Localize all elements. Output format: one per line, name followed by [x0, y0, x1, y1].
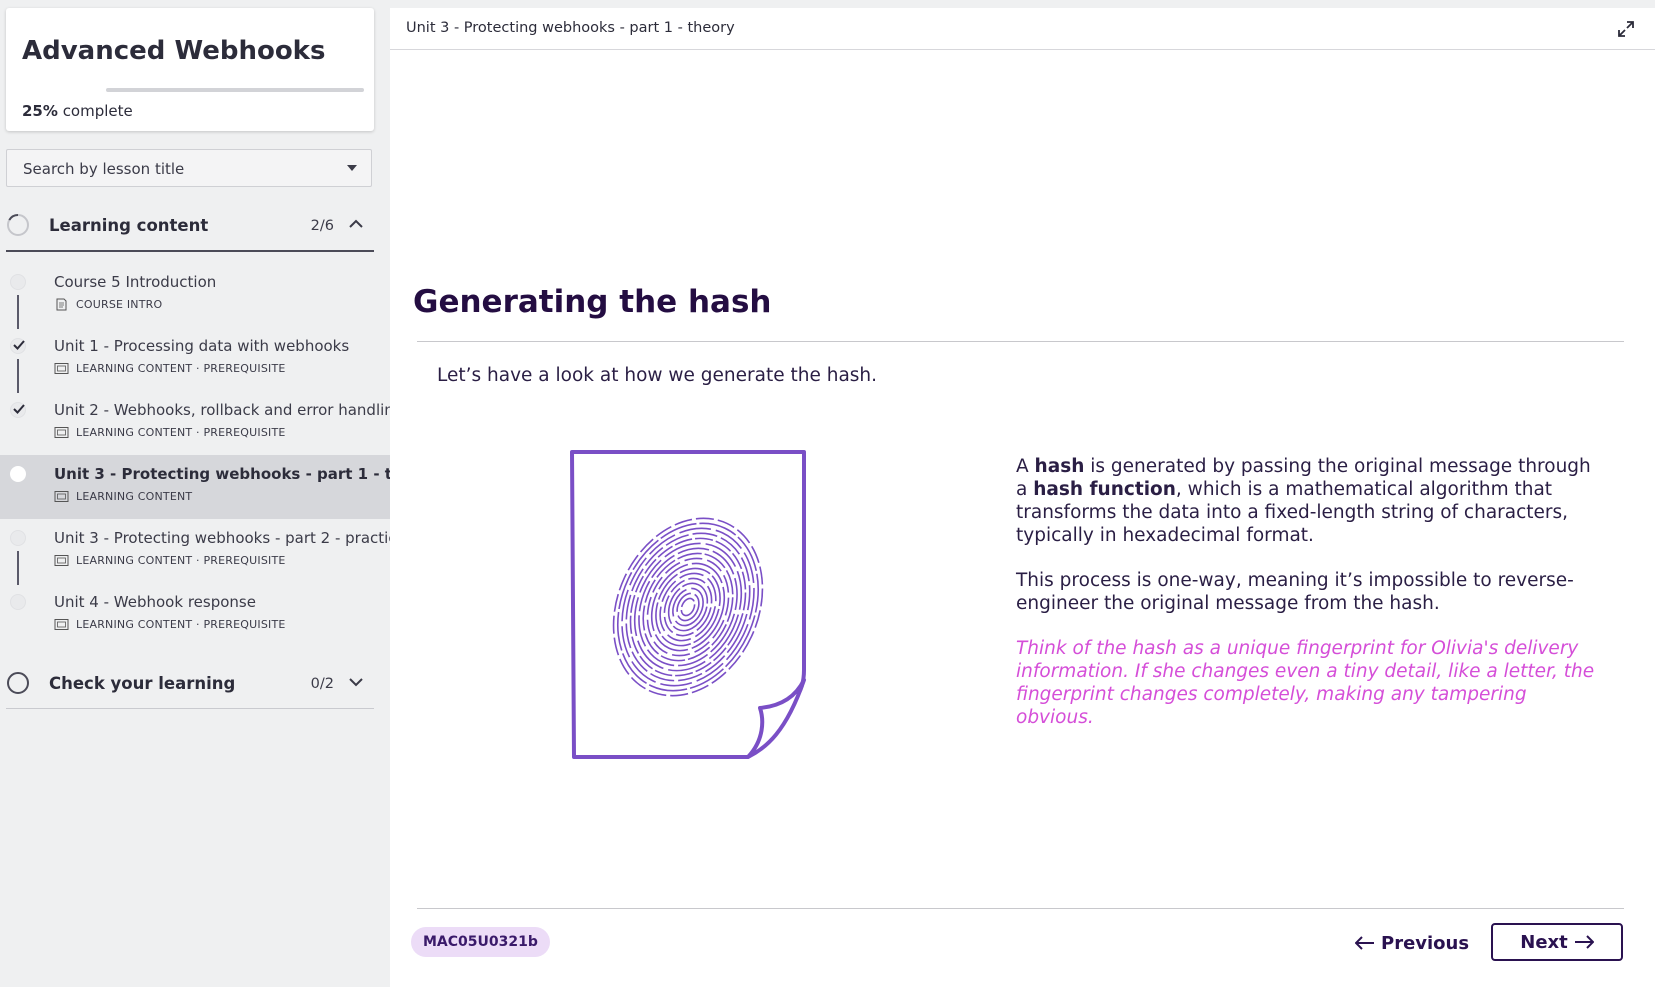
chevron-down-icon — [349, 678, 363, 687]
progress-value: 25% — [22, 102, 58, 120]
term-hash-function: hash function — [1033, 479, 1176, 500]
divider — [417, 908, 1624, 909]
slides-icon — [54, 363, 69, 374]
document-icon — [56, 298, 67, 311]
lesson-connector — [17, 551, 19, 585]
paragraph-one-way: This process is one-way, meaning it’s im… — [1016, 570, 1574, 614]
lesson-meta: LEARNING CONTENT · PREREQUISITE — [54, 426, 286, 439]
expand-fullscreen-icon[interactable] — [1617, 20, 1635, 38]
section-title: Check your learning — [49, 674, 236, 693]
lesson-item[interactable]: Unit 3 - Protecting webhooks - part 1 - … — [0, 455, 440, 519]
next-label: Next — [1520, 931, 1568, 953]
lesson-title: Unit 1 - Processing data with webhooks — [54, 337, 350, 355]
lesson-item[interactable]: Course 5 Introduction COURSE INTRO — [0, 263, 390, 329]
lesson-intro: Let’s have a look at how we generate the… — [437, 365, 878, 386]
lesson-status-dot — [10, 274, 26, 290]
lesson-meta-text: COURSE INTRO — [76, 298, 163, 311]
next-button[interactable]: Next — [1491, 923, 1623, 961]
divider — [417, 341, 1624, 342]
lesson-explanation: A hash is generated by passing the origi… — [1016, 455, 1606, 751]
lesson-meta-text: LEARNING CONTENT — [76, 490, 193, 503]
lesson-breadcrumb: Unit 3 - Protecting webhooks - part 1 - … — [406, 20, 735, 36]
lesson-code-badge: MAC05U0321b — [411, 927, 550, 957]
previous-button[interactable]: Previous — [1355, 930, 1469, 956]
lesson-title: Unit 3 - Protecting webhooks - part 2 - … — [54, 529, 406, 547]
lesson-item[interactable]: Unit 2 - Webhooks, rollback and error ha… — [0, 391, 403, 455]
slides-icon — [54, 427, 69, 438]
checkmark-icon — [13, 340, 25, 350]
lesson-connector — [17, 359, 19, 393]
lesson-meta: LEARNING CONTENT · PREREQUISITE — [54, 618, 286, 631]
lesson-status-dot — [10, 466, 26, 482]
lesson-meta: LEARNING CONTENT · PREREQUISITE — [54, 554, 286, 567]
progress-text: 25% complete — [22, 102, 133, 120]
caret-down-icon — [347, 165, 357, 171]
lesson-top-bar: Unit 3 - Protecting webhooks - part 1 - … — [390, 8, 1655, 50]
course-progress-card: Advanced Webhooks 25% complete — [6, 8, 374, 131]
lesson-heading: Generating the hash — [413, 284, 772, 320]
lesson-meta-text: LEARNING CONTENT · PREREQUISITE — [76, 426, 286, 439]
lesson-content-pane: Unit 3 - Protecting webhooks - part 1 - … — [390, 8, 1655, 987]
course-sidebar: Advanced Webhooks 25% complete Search by… — [0, 0, 440, 987]
progress-ring-icon — [7, 213, 29, 236]
lesson-meta-text: LEARNING CONTENT · PREREQUISITE — [76, 362, 286, 375]
checkmark-icon — [13, 404, 25, 414]
lesson-title: Unit 2 - Webhooks, rollback and error ha… — [54, 401, 404, 419]
arrow-left-icon — [1355, 936, 1374, 950]
lesson-search-select[interactable]: Search by lesson title — [6, 149, 372, 187]
previous-label: Previous — [1381, 932, 1470, 954]
paragraph-analogy: Think of the hash as a unique fingerprin… — [1016, 638, 1595, 728]
slides-icon — [54, 555, 69, 566]
lesson-item[interactable]: Unit 1 - Processing data with webhooks LE… — [0, 327, 390, 393]
paragraph-hash-definition: A hash is generated by passing the origi… — [1016, 456, 1591, 546]
lesson-status-dot — [10, 594, 26, 610]
lesson-meta: LEARNING CONTENT · PREREQUISITE — [54, 362, 286, 375]
section-learning-content[interactable]: Learning content 2/6 — [6, 200, 374, 252]
lesson-title: Unit 3 - Protecting webhooks - part 1 - … — [54, 465, 441, 483]
lesson-meta-text: LEARNING CONTENT · PREREQUISITE — [76, 554, 286, 567]
lesson-meta: LEARNING CONTENT — [54, 490, 192, 503]
course-title: Advanced Webhooks — [22, 36, 326, 66]
lesson-connector — [17, 295, 19, 329]
lesson-meta: COURSE INTRO — [54, 298, 162, 311]
progress-bar — [106, 88, 364, 92]
section-title: Learning content — [49, 216, 209, 235]
lesson-title: Course 5 Introduction — [54, 273, 217, 291]
progress-ring-icon — [7, 672, 29, 694]
slides-icon — [54, 491, 69, 502]
arrow-right-icon — [1574, 935, 1594, 949]
section-check-your-learning[interactable]: Check your learning 0/2 — [6, 658, 374, 709]
section-count: 0/2 — [310, 676, 334, 692]
term-hash: hash — [1034, 456, 1085, 477]
slides-icon — [54, 619, 69, 630]
lesson-item[interactable]: Unit 4 - Webhook response LEARNING CONTEN… — [0, 583, 390, 647]
section-count: 2/6 — [310, 218, 334, 234]
lesson-search-placeholder: Search by lesson title — [23, 160, 185, 178]
lesson-item[interactable]: Unit 3 - Protecting webhooks - part 2 - … — [0, 519, 406, 585]
lesson-status-dot — [10, 530, 26, 546]
fingerprint-document-illustration — [570, 450, 806, 759]
progress-suffix: complete — [62, 102, 133, 120]
lesson-meta-text: LEARNING CONTENT · PREREQUISITE — [76, 618, 286, 631]
chevron-up-icon — [349, 219, 363, 228]
lesson-list: Course 5 Introduction COURSE INTRO Unit 1 … — [0, 263, 440, 647]
lesson-title: Unit 4 - Webhook response — [54, 593, 256, 611]
